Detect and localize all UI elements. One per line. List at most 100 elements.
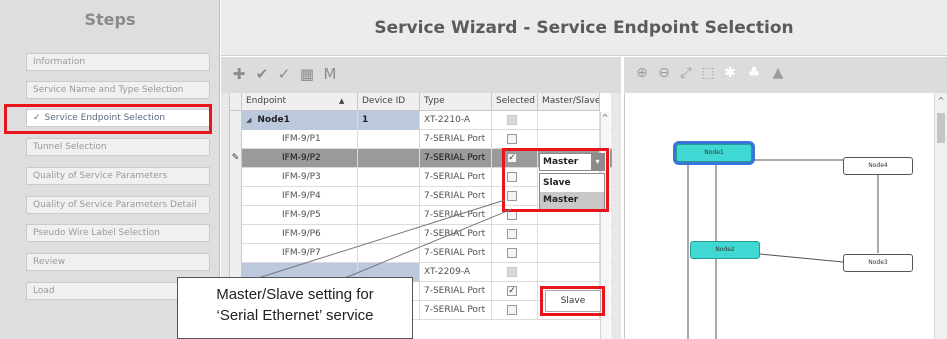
option-master[interactable]: Master [540, 192, 604, 209]
type-cell[interactable]: XT-2210-A [420, 111, 492, 130]
selected-cell[interactable] [492, 225, 538, 244]
diagram-node-node2[interactable]: Node2 [690, 241, 760, 259]
endpoint-cell[interactable]: IFM-9/P2 [242, 149, 358, 168]
col-endpoint[interactable]: Endpoint ▲ [242, 93, 358, 111]
endpoint-cell[interactable]: IFM-9/P1 [242, 130, 358, 149]
type-cell[interactable]: 7-SERIAL Port [420, 149, 492, 168]
selected-checkbox[interactable] [507, 248, 517, 258]
device-id-cell[interactable] [358, 244, 420, 263]
device-id-cell[interactable] [358, 187, 420, 206]
diagram-node-node4[interactable]: Node4 [843, 157, 913, 175]
row-header[interactable] [230, 225, 242, 244]
device-id-cell[interactable]: 1 [358, 111, 420, 130]
selected-checkbox[interactable] [507, 191, 517, 201]
selected-cell[interactable] [492, 244, 538, 263]
wrench-icon[interactable]: ✱ [722, 64, 738, 82]
endpoint-cell[interactable]: IFM-9/P6 [242, 225, 358, 244]
master-slave-cell[interactable] [538, 244, 600, 263]
selected-checkbox[interactable] [507, 172, 517, 182]
step-qos-parameters-detail[interactable]: Quality of Service Parameters Detail [26, 196, 210, 214]
device-id-cell[interactable] [358, 225, 420, 244]
type-cell[interactable]: 7-SERIAL Port [420, 187, 492, 206]
step-review[interactable]: Review [26, 253, 210, 271]
device-id-cell[interactable] [358, 206, 420, 225]
canvas-scrollbar[interactable] [934, 93, 947, 339]
selected-cell[interactable]: ✓ [492, 282, 538, 301]
selected-checkbox[interactable] [507, 210, 517, 220]
canvas-scroll-up-icon[interactable]: ^ [936, 96, 946, 106]
topology-canvas[interactable] [624, 93, 947, 339]
endpoint-cell[interactable]: ◢ Node1 [242, 111, 358, 130]
selected-cell[interactable] [492, 130, 538, 149]
select-tool-icon[interactable]: ⬚ [700, 64, 716, 82]
col-master-slave[interactable]: Master/Slave [538, 93, 600, 111]
type-cell[interactable]: 7-SERIAL Port [420, 168, 492, 187]
add-endpoint-icon[interactable]: ✚ [231, 65, 247, 83]
col-selected[interactable]: Selected [492, 93, 538, 111]
scroll-thumb[interactable] [937, 113, 945, 143]
selected-cell[interactable] [492, 168, 538, 187]
step-pseudo-wire-label[interactable]: Pseudo Wire Label Selection [26, 224, 210, 242]
chevron-down-icon[interactable]: ▾ [591, 154, 604, 170]
scroll-up-icon[interactable]: ^ [600, 113, 610, 123]
properties-icon[interactable]: ▦ [299, 65, 315, 83]
type-cell[interactable]: 7-SERIAL Port [420, 206, 492, 225]
master-slave-icon[interactable]: M [322, 65, 338, 83]
master-slave-cell[interactable] [538, 111, 600, 130]
table-row[interactable]: IFM-9/P6 7-SERIAL Port [230, 225, 612, 244]
type-cell[interactable]: 7-SERIAL Port [420, 130, 492, 149]
row-header[interactable] [230, 206, 242, 225]
selected-checkbox[interactable]: ✓ [507, 286, 517, 296]
diagram-node-node3[interactable]: Node3 [843, 254, 913, 272]
row-header[interactable] [230, 130, 242, 149]
row-header[interactable] [230, 244, 242, 263]
type-cell[interactable]: XT-2209-A [420, 263, 492, 282]
hierarchy-layout-icon[interactable]: ♣ [746, 64, 762, 82]
type-cell[interactable]: 7-SERIAL Port [420, 301, 492, 320]
row-header[interactable] [230, 111, 242, 130]
master-slave-cell[interactable] [538, 130, 600, 149]
table-row[interactable]: ◢ Node1 1 XT-2210-A [230, 111, 612, 130]
endpoint-cell[interactable]: IFM-9/P5 [242, 206, 358, 225]
selected-cell[interactable] [492, 187, 538, 206]
type-cell[interactable]: 7-SERIAL Port [420, 282, 492, 301]
row-header[interactable] [230, 187, 242, 206]
step-information[interactable]: Information [26, 53, 210, 71]
col-type[interactable]: Type [420, 93, 492, 111]
step-tunnel-selection[interactable]: Tunnel Selection [26, 138, 210, 156]
master-slave-cell[interactable] [538, 225, 600, 244]
device-id-cell[interactable] [358, 168, 420, 187]
master-slave-cell-slave[interactable]: Slave [545, 290, 601, 312]
table-row[interactable]: IFM-9/P1 7-SERIAL Port [230, 130, 612, 149]
type-cell[interactable]: 7-SERIAL Port [420, 244, 492, 263]
step-qos-parameters[interactable]: Quality of Service Parameters [26, 167, 210, 185]
zoom-in-icon[interactable]: ⊕ [634, 64, 650, 82]
image-icon[interactable]: ▲ [770, 64, 786, 82]
selected-cell[interactable] [492, 301, 538, 320]
expand-tree-icon[interactable]: ◢ [246, 116, 251, 124]
select-all-icon[interactable]: ✔ [254, 65, 270, 83]
device-id-cell[interactable] [358, 149, 420, 168]
endpoint-cell[interactable]: IFM-9/P4 [242, 187, 358, 206]
clear-selection-icon[interactable]: ✓ [276, 65, 292, 83]
type-cell[interactable]: 7-SERIAL Port [420, 225, 492, 244]
option-slave[interactable]: Slave [540, 175, 604, 192]
col-device-id[interactable]: Device ID [358, 93, 420, 111]
master-slave-cell[interactable] [538, 263, 600, 282]
device-id-cell[interactable] [358, 130, 420, 149]
step-service-name-type[interactable]: Service Name and Type Selection [26, 81, 210, 99]
table-row[interactable]: IFM-9/P7 7-SERIAL Port [230, 244, 612, 263]
endpoint-cell[interactable]: IFM-9/P3 [242, 168, 358, 187]
selected-checkbox[interactable] [507, 229, 517, 239]
fit-to-screen-icon[interactable]: ⤢ [678, 64, 694, 82]
selected-checkbox[interactable] [507, 305, 517, 315]
selected-cell[interactable] [492, 263, 538, 282]
diagram-node-node1[interactable]: Node1 [676, 144, 752, 162]
selected-cell[interactable] [492, 206, 538, 225]
selected-checkbox[interactable]: ✓ [507, 153, 517, 163]
selected-checkbox[interactable] [507, 134, 517, 144]
table-scrollbar[interactable] [600, 112, 610, 339]
selected-cell[interactable] [492, 111, 538, 130]
endpoint-cell[interactable]: IFM-9/P7 [242, 244, 358, 263]
step-service-endpoint-selection[interactable]: ✓ Service Endpoint Selection [26, 109, 210, 127]
